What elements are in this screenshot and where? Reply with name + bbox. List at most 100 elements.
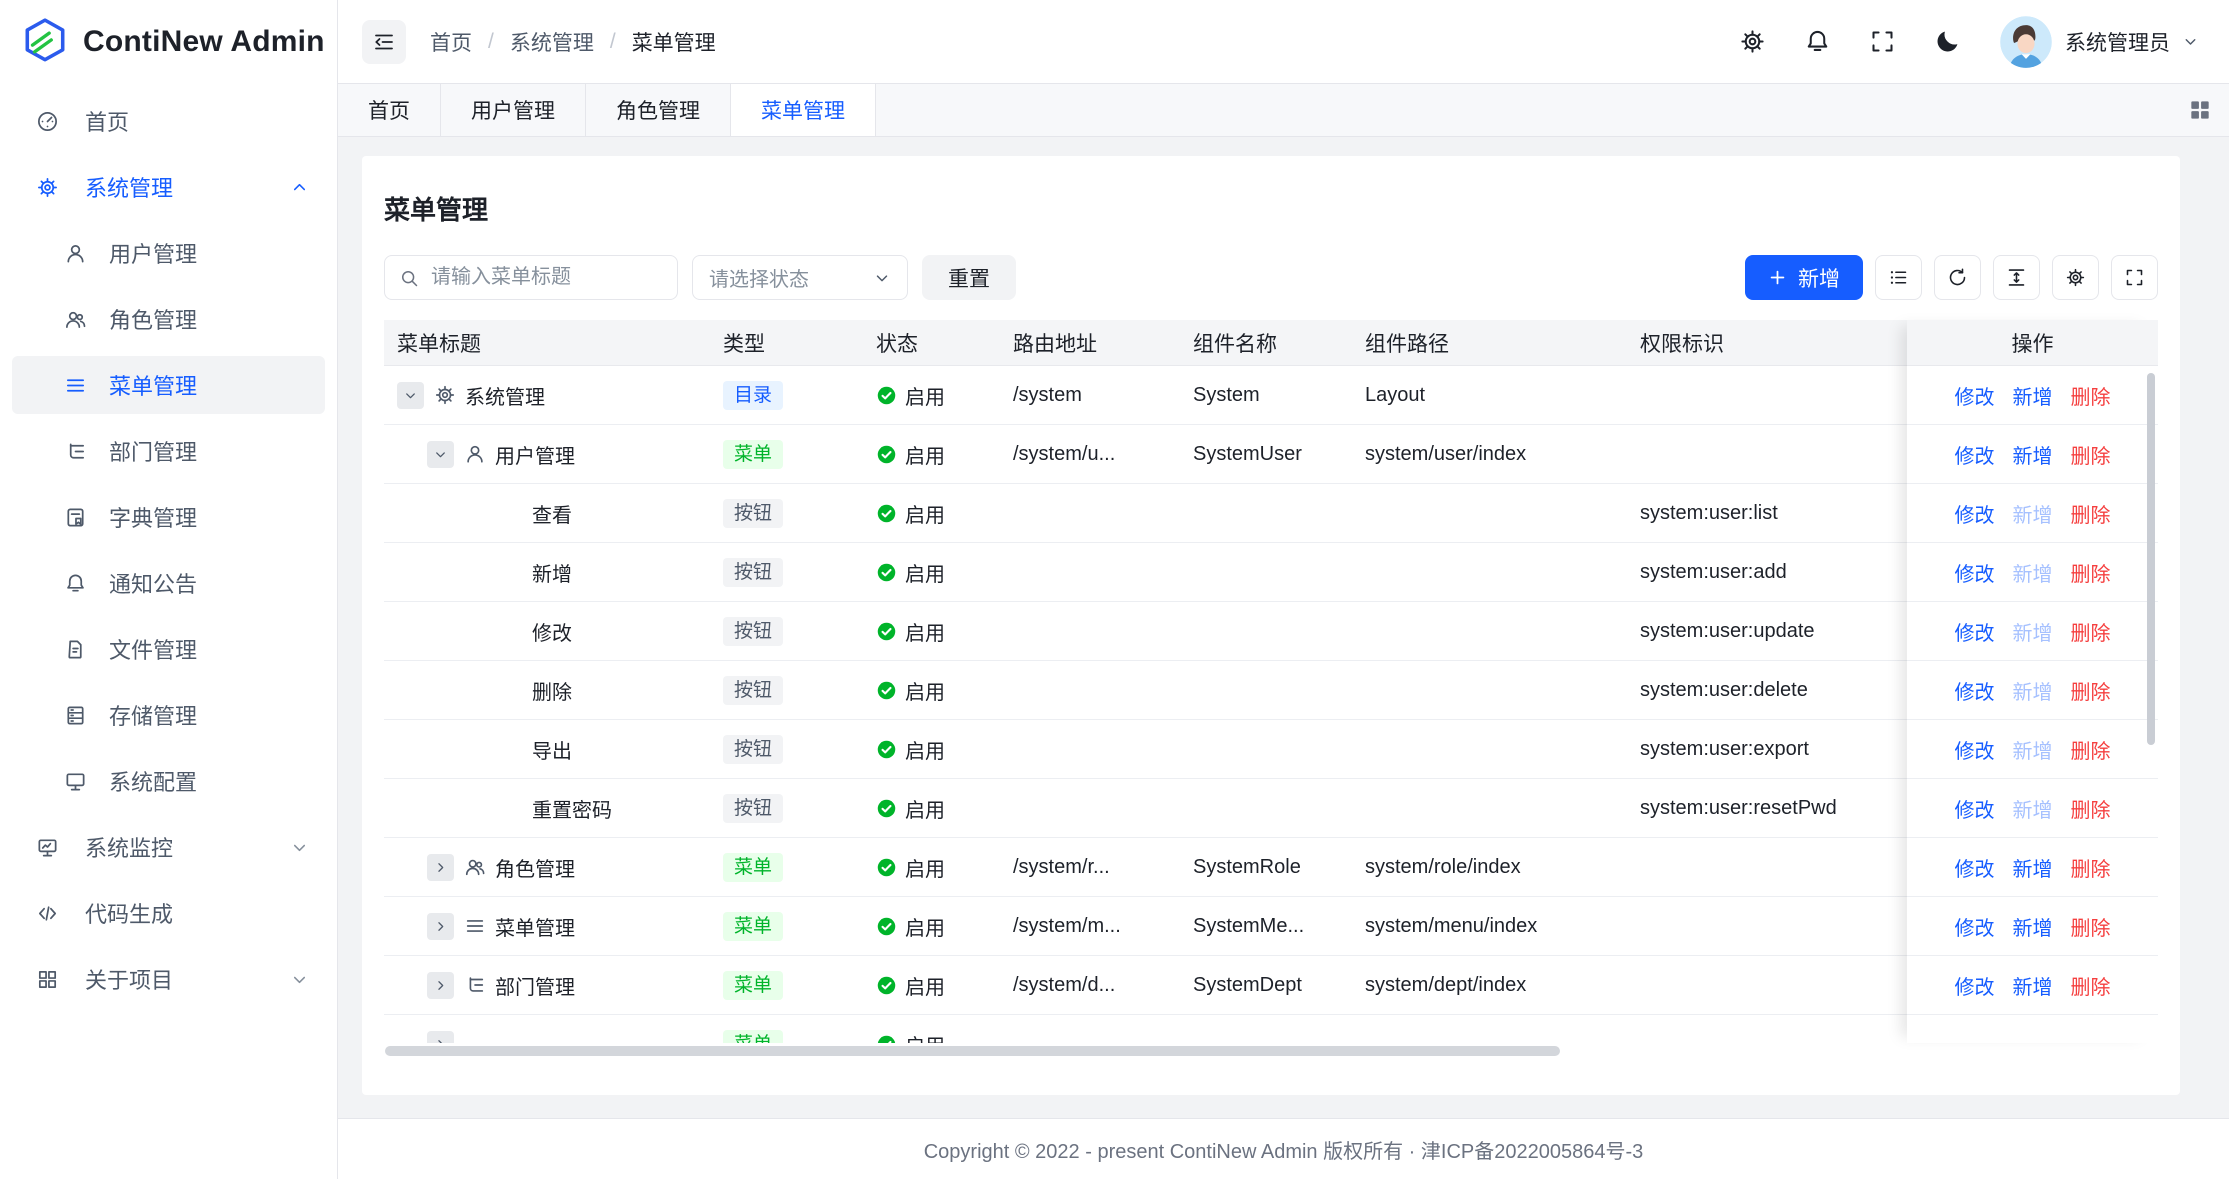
sidebar-item-file-management[interactable]: 文件管理 [12,620,325,678]
add-link[interactable]: 新增 [2013,381,2053,410]
cell-menu-title: 删除 [384,676,697,705]
sidebar-item-role-management[interactable]: 角色管理 [12,290,325,348]
edit-link[interactable]: 修改 [1955,676,1995,705]
breadcrumb-item[interactable]: 系统管理 [510,27,594,57]
chevron-down-icon [403,388,418,403]
sidebar-item-about-project[interactable]: 关于项目 [12,950,325,1008]
sidebar-item-system-config[interactable]: 系统配置 [12,752,325,810]
horizontal-scrollbar-track [384,1046,2158,1057]
reset-button[interactable]: 重置 [922,255,1016,300]
add-link[interactable]: 新增 [2013,617,2053,646]
tab-菜单管理[interactable]: 菜单管理 [731,84,876,136]
user-menu[interactable]: 系统管理员 [1999,15,2199,69]
tab-用户管理[interactable]: 用户管理 [441,84,586,136]
cell-actions: 修改新增删除 [1907,499,2158,528]
add-link[interactable]: 新增 [2013,499,2053,528]
tab-label: 用户管理 [471,95,555,125]
delete-link[interactable]: 删除 [2071,735,2111,764]
add-link[interactable]: 新增 [2013,676,2053,705]
sidebar-item-menu-management[interactable]: 菜单管理 [12,356,325,414]
status-text: 启用 [905,794,945,823]
row-height-button[interactable] [1993,255,2040,300]
vertical-scrollbar[interactable] [2147,373,2155,745]
edit-link[interactable]: 修改 [1955,853,1995,882]
sidebar-item-system-management[interactable]: 系统管理 [12,158,325,216]
notification-bell-icon[interactable] [1804,28,1831,55]
sidebar-item-label: 角色管理 [109,303,325,335]
refresh-button[interactable] [1934,255,1981,300]
edit-link[interactable]: 修改 [1955,381,1995,410]
collapse-row-button[interactable] [397,382,424,409]
add-link[interactable]: 新增 [2013,912,2053,941]
cell-status: 启用 [857,381,1000,410]
add-link[interactable]: 新增 [2013,853,2053,882]
cell-component: SystemRole [1180,856,1352,879]
add-button-label: 新增 [1798,263,1840,293]
search-input[interactable] [429,265,663,290]
expand-row-button[interactable] [427,1031,454,1044]
sidebar-item-notice[interactable]: 通知公告 [12,554,325,612]
delete-link[interactable]: 删除 [2071,499,2111,528]
table-row: 修改按钮启用system:user:update修改新增删除 [384,602,2158,661]
status-select[interactable]: 请选择状态 [692,255,908,300]
tab-首页[interactable]: 首页 [338,84,441,136]
add-link[interactable]: 新增 [2013,735,2053,764]
book-icon [64,506,87,529]
expand-row-button[interactable] [427,972,454,999]
delete-link[interactable]: 删除 [2071,853,2111,882]
sidebar-item-storage-management[interactable]: 存储管理 [12,686,325,744]
edit-link[interactable]: 修改 [1955,794,1995,823]
edit-link[interactable]: 修改 [1955,971,1995,1000]
delete-link[interactable]: 删除 [2071,617,2111,646]
edit-link[interactable]: 修改 [1955,558,1995,587]
tab-list-button[interactable] [2187,84,2213,136]
menu-icon [64,374,87,397]
chevron-right-icon [433,919,448,934]
add-link[interactable]: 新增 [2013,794,2053,823]
tab-角色管理[interactable]: 角色管理 [586,84,731,136]
delete-link[interactable]: 删除 [2071,381,2111,410]
add-button[interactable]: 新增 [1745,255,1863,300]
expand-row-button[interactable] [427,913,454,940]
fullscreen-icon [2124,267,2145,288]
delete-link[interactable]: 删除 [2071,971,2111,1000]
sidebar-item-dict-management[interactable]: 字典管理 [12,488,325,546]
collapse-row-button[interactable] [427,441,454,468]
column-settings-button[interactable] [2052,255,2099,300]
edit-link[interactable]: 修改 [1955,735,1995,764]
delete-link[interactable]: 删除 [2071,676,2111,705]
delete-link[interactable]: 删除 [2071,558,2111,587]
horizontal-scrollbar[interactable] [385,1046,1560,1056]
breadcrumb-item[interactable]: 首页 [430,27,472,57]
edit-link[interactable]: 修改 [1955,912,1995,941]
settings-icon[interactable] [1739,28,1766,55]
delete-link[interactable]: 删除 [2071,912,2111,941]
sidebar-item-home[interactable]: 首页 [12,92,325,150]
sidebar-item-system-monitor[interactable]: 系统监控 [12,818,325,876]
sidebar-item-dept-management[interactable]: 部门管理 [12,422,325,480]
sidebar-item-code-generation[interactable]: 代码生成 [12,884,325,942]
add-link[interactable]: 新增 [2013,558,2053,587]
sidebar-item-user-management[interactable]: 用户管理 [12,224,325,282]
search-icon [399,268,419,288]
status-text: 启用 [905,499,945,528]
type-badge: 菜单 [723,853,783,882]
collapse-sidebar-button[interactable] [362,20,406,64]
edit-link[interactable]: 修改 [1955,499,1995,528]
cell-route: /system [1000,384,1180,407]
status-check-icon [876,975,897,996]
dark-mode-moon-icon[interactable] [1934,28,1961,55]
list-view-button[interactable] [1875,255,1922,300]
add-link[interactable]: 新增 [2013,971,2053,1000]
status-check-icon [876,739,897,760]
delete-link[interactable]: 删除 [2071,440,2111,469]
line-height-icon [2006,267,2027,288]
edit-link[interactable]: 修改 [1955,617,1995,646]
fullscreen-icon[interactable] [1869,28,1896,55]
edit-link[interactable]: 修改 [1955,440,1995,469]
expand-row-button[interactable] [427,854,454,881]
add-link[interactable]: 新增 [2013,440,2053,469]
table-fullscreen-button[interactable] [2111,255,2158,300]
cell-actions: 修改新增删除 [1907,558,2158,587]
delete-link[interactable]: 删除 [2071,794,2111,823]
